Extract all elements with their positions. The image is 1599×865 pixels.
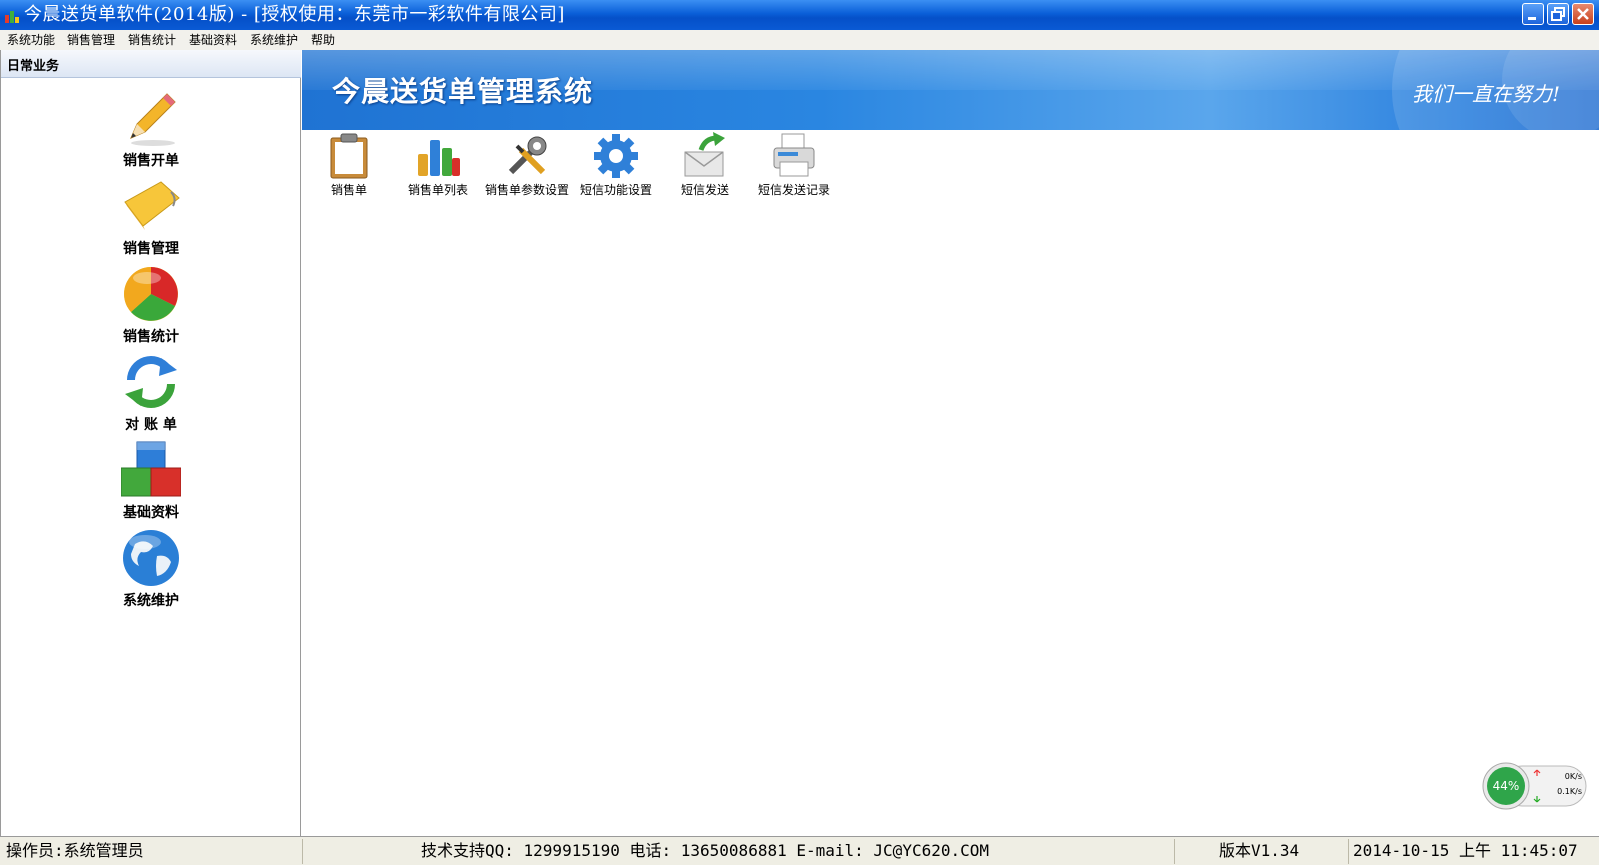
app-icon — [5, 11, 19, 23]
tool-label: 短信功能设置 — [579, 183, 652, 197]
nav-panel-header: 日常业务 — [1, 50, 301, 78]
status-support: 技术支持QQ: 1299915190 电话: 13650086881 E-mai… — [421, 841, 990, 860]
menu-sales-statistics[interactable]: 销售统计 — [128, 32, 176, 48]
nav-label: 销售开单 — [123, 153, 179, 169]
menu-basic-data[interactable]: 基础资料 — [189, 32, 237, 48]
refresh-arrows-icon — [125, 356, 177, 408]
nav-label: 对 账 单 — [125, 417, 177, 433]
tool-sms-log[interactable]: 短信发送记录 — [749, 132, 839, 200]
tool-label: 短信发送记录 — [757, 183, 830, 197]
folder-icon — [124, 181, 180, 230]
minimize-icon — [1528, 17, 1536, 20]
tool-sales-list[interactable]: 销售单列表 — [393, 132, 483, 200]
close-icon — [1577, 8, 1589, 20]
menu-system-functions[interactable]: 系统功能 — [7, 32, 55, 48]
network-percent: 44% — [1492, 779, 1520, 793]
status-version-cell: 版本V1.34 — [1174, 839, 1348, 864]
nav-panel-title: 日常业务 — [7, 59, 60, 74]
network-monitor-widget[interactable]: 44% 0K/s 0.1K/s — [1482, 762, 1588, 810]
nav-label: 销售统计 — [123, 329, 179, 345]
header-banner: 今晨送货单管理系统 我们一直在努力! — [302, 50, 1599, 130]
nav-system-maintenance[interactable]: 系统维护 — [101, 528, 201, 614]
envelope-send-icon — [684, 132, 725, 177]
nav-basic-data[interactable]: 基础资料 — [101, 440, 201, 526]
tool-label: 销售单列表 — [407, 183, 468, 197]
tools-icon — [508, 136, 547, 175]
network-down-speed: 0.1K/s — [1557, 787, 1582, 796]
tool-label: 销售单 — [330, 183, 367, 197]
minimize-button[interactable] — [1522, 3, 1544, 25]
close-button[interactable] — [1572, 3, 1594, 25]
left-nav-panel: 日常业务 销售开单 销售管理 销售统计 对 账 单 基础资料 系统维护 — [0, 50, 301, 836]
status-support-cell: 技术支持QQ: 1299915190 电话: 13650086881 E-mai… — [302, 839, 1174, 864]
banner-title: 今晨送货单管理系统 — [332, 75, 594, 108]
clipboard-icon — [330, 133, 368, 179]
network-up-speed: 0K/s — [1564, 772, 1582, 781]
bar-chart-icon — [418, 140, 460, 176]
nav-sales-statistics[interactable]: 销售统计 — [101, 264, 201, 350]
status-datetime-cell: 2014-10-15 上午 11:45:07 — [1348, 839, 1599, 864]
pencil-icon — [130, 93, 176, 146]
pie-chart-icon — [124, 267, 178, 321]
tool-sales-order[interactable]: 销售单 — [304, 132, 394, 200]
nav-sales-order[interactable]: 销售开单 — [101, 88, 201, 174]
window-title: 今晨送货单软件(2014版) - [授权使用：东莞市一彩软件有限公司] — [24, 4, 565, 25]
restore-icon — [1551, 7, 1565, 21]
status-datetime: 2014-10-15 上午 11:45:07 — [1353, 841, 1578, 860]
globe-icon — [123, 530, 179, 586]
tool-sms-settings[interactable]: 短信功能设置 — [571, 132, 661, 200]
tool-label: 销售单参数设置 — [484, 183, 569, 197]
nav-statement[interactable]: 对 账 单 — [101, 352, 201, 438]
banner-slogan: 我们一直在努力! — [1412, 82, 1561, 106]
gear-icon — [594, 134, 638, 178]
menu-system-maintenance[interactable]: 系统维护 — [250, 32, 298, 48]
printer-icon — [773, 133, 815, 177]
status-version: 版本V1.34 — [1219, 841, 1300, 860]
status-operator: 操作员:系统管理员 — [6, 841, 144, 860]
menu-help[interactable]: 帮助 — [311, 32, 335, 48]
nav-label: 销售管理 — [123, 241, 179, 257]
nav-label: 系统维护 — [123, 593, 179, 609]
menu-sales-management[interactable]: 销售管理 — [67, 32, 115, 48]
tool-label: 短信发送 — [680, 183, 729, 197]
blocks-icon — [121, 441, 181, 497]
title-bar: 今晨送货单软件(2014版) - [授权使用：东莞市一彩软件有限公司] — [0, 0, 1599, 30]
nav-label: 基础资料 — [123, 505, 179, 521]
menu-bar: 系统功能 销售管理 销售统计 基础资料 系统维护 帮助 — [0, 30, 1599, 50]
tool-sales-params[interactable]: 销售单参数设置 — [482, 132, 572, 200]
status-bar: 操作员:系统管理员 技术支持QQ: 1299915190 电话: 1365008… — [0, 836, 1599, 865]
nav-sales-management[interactable]: 销售管理 — [101, 176, 201, 262]
restore-button[interactable] — [1547, 3, 1569, 25]
tool-sms-send[interactable]: 短信发送 — [660, 132, 750, 200]
